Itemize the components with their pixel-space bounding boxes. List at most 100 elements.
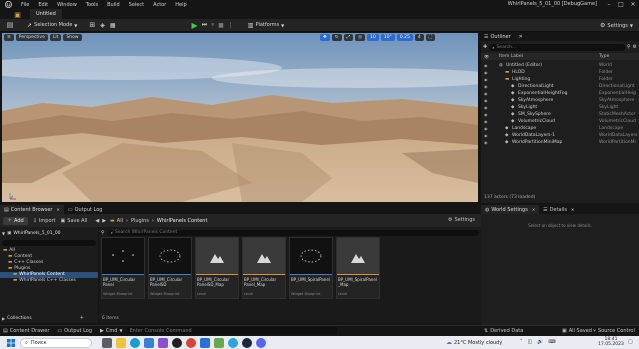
outliner-tab[interactable]: ☰ Outliner — [484, 34, 511, 40]
item-label-column[interactable]: Item Label — [499, 54, 523, 59]
all-saved-button[interactable]: ▣ All Saved — [562, 328, 592, 334]
notifications-icon[interactable]: ▢ — [628, 339, 633, 345]
visibility-toggle-icon[interactable]: ◉ — [484, 76, 488, 83]
cmd-button[interactable]: ▶ Cmd ▼ — [100, 328, 122, 334]
photos-icon[interactable] — [214, 337, 224, 348]
back-icon[interactable]: ◀ — [95, 218, 99, 224]
outliner-row[interactable]: ◉ ◆ VolumetricCloud VolumetricCloud — [481, 118, 639, 125]
cinematics-icon[interactable]: ▦ — [110, 22, 116, 29]
outliner-row[interactable]: ◉ ▬ Lighting Folder — [481, 76, 639, 83]
outliner-row[interactable]: ◉ ◆ ExponentialHeightFog ExponentialHeig — [481, 90, 639, 97]
asset-tile[interactable]: BP_UMI_Circular PanelSD Widget Blueprint — [148, 237, 192, 299]
gear-icon[interactable]: ⚙ — [633, 44, 637, 50]
close-tab-icon[interactable]: ✕ — [571, 207, 574, 212]
settings-button[interactable]: ⚙ Settings ▼ — [600, 22, 633, 29]
output-log-tab[interactable]: ▭ Output Log — [64, 205, 107, 214]
menu-item-window[interactable]: Window — [57, 2, 77, 8]
grid-snap-button[interactable]: 10 — [367, 34, 379, 41]
play-icon[interactable]: ▶ — [192, 21, 198, 30]
visibility-toggle-icon[interactable]: ◉ — [484, 125, 488, 132]
steam-icon[interactable] — [242, 337, 252, 348]
add-collection-icon[interactable]: + — [80, 315, 84, 321]
asset-tile[interactable]: BP_UMI_SpiralPanel Widget Blueprint — [289, 237, 333, 299]
taskbar-search-box[interactable]: ⌕ Поиск — [20, 337, 92, 348]
close-tab-icon[interactable]: ✕ — [532, 207, 535, 212]
close-tab-icon[interactable]: ✕ — [56, 207, 59, 212]
file-explorer-icon[interactable] — [116, 337, 126, 348]
output-log-button[interactable]: ▭ Output Log — [57, 328, 92, 334]
viewport-menu-icon[interactable]: ≡ — [4, 34, 14, 41]
blueprint-icon[interactable]: ◈ — [100, 22, 105, 29]
rotate-icon[interactable]: ↻ — [331, 34, 342, 41]
translate-icon[interactable]: ✥ — [320, 34, 330, 41]
save-all-button[interactable]: ▣ Save All — [61, 218, 88, 224]
console-input[interactable]: Enter Console Command — [126, 327, 337, 334]
asset-tile[interactable]: BP_UMI_SpiralPanel _Map Level — [336, 237, 380, 299]
visibility-toggle-icon[interactable]: ◉ — [484, 83, 488, 90]
outliner-row[interactable]: ◉ ◆ SkyAtmosphere SkyAtmosphere — [481, 97, 639, 104]
scale-icon[interactable]: ⤢ — [343, 34, 354, 41]
weather-widget[interactable]: ☁ 21°C Mostly cloudy — [446, 339, 502, 346]
collections-header[interactable]: ▶ Collections + — [2, 315, 84, 321]
details-tab[interactable]: ☰ Details ✕ — [539, 205, 578, 214]
close-tab-icon[interactable]: ✕ — [519, 34, 523, 40]
level-tab[interactable]: Untitled — [30, 9, 62, 19]
outliner-row[interactable]: ◉ ▬ HLOD Folder — [481, 69, 639, 76]
language-icon[interactable]: ⌨ — [548, 339, 555, 345]
sources-search-input[interactable] — [2, 239, 96, 246]
world-local-icon[interactable]: ◎ — [355, 34, 366, 41]
taskbar-clock[interactable]: 18:41 17.05.2023 — [598, 337, 624, 347]
task-view-icon[interactable] — [102, 337, 112, 348]
chevron-up-icon[interactable]: ˄ — [520, 339, 523, 345]
camera-speed-button[interactable]: 4 — [414, 34, 424, 41]
outliner-row[interactable]: ◉ ◆ SkyLight SkyLight — [481, 104, 639, 111]
filter-icon[interactable]: ⚲ — [627, 44, 631, 50]
breadcrumb-plugins[interactable]: Plugins — [131, 218, 149, 224]
derived-data-button[interactable]: ⇅ Derived Data — [484, 328, 523, 334]
maximize-viewport-icon[interactable]: ⛶ — [425, 34, 435, 41]
sources-header[interactable]: ▼ ▣ WhirlPanels_5_01_00 — [2, 230, 96, 236]
visibility-toggle-icon[interactable]: ◉ — [484, 139, 488, 146]
level-viewport[interactable]: ≡ Perspective Lit Show ✥ ↻ ⤢ ◎ 10 10° 0.… — [2, 33, 478, 202]
outliner-row[interactable]: ◉ ◆ Landscape Landscape — [481, 125, 639, 132]
minimize-icon[interactable]: – — [603, 0, 615, 9]
import-button[interactable]: ⇩ Import — [33, 218, 56, 224]
visual-studio-icon[interactable] — [158, 337, 168, 348]
lit-button[interactable]: Lit — [49, 34, 62, 41]
menu-item-tools[interactable]: Tools — [86, 2, 98, 8]
unreal-logo-icon[interactable] — [3, 0, 13, 9]
visibility-toggle-icon[interactable]: ◉ — [484, 111, 488, 118]
menu-item-build[interactable]: Build — [107, 2, 120, 8]
menu-item-help[interactable]: Help — [175, 2, 186, 8]
edge-icon[interactable] — [130, 337, 140, 348]
scale-snap-button[interactable]: 0.25 — [396, 34, 413, 41]
visibility-toggle-icon[interactable]: ◉ — [484, 62, 488, 69]
volume-icon[interactable]: 🔊 — [537, 339, 543, 345]
world-settings-tab[interactable]: ◍ World Settings ✕ — [481, 205, 540, 214]
save-icon[interactable]: ▤ — [5, 20, 15, 30]
telegram-icon[interactable] — [228, 337, 238, 348]
rotation-snap-button[interactable]: 10° — [380, 34, 395, 41]
asset-search-input[interactable]: ⌕ Search WhirlPanels Content — [107, 229, 479, 236]
forward-icon[interactable]: ▶ — [102, 218, 106, 224]
visibility-toggle-icon[interactable]: ◉ — [484, 104, 488, 111]
maximize-icon[interactable]: □ — [615, 0, 627, 9]
close-icon[interactable]: ✕ — [627, 0, 639, 9]
menu-item-select[interactable]: Select — [129, 2, 144, 8]
visibility-toggle-icon[interactable]: ◉ — [484, 90, 488, 97]
menu-item-edit[interactable]: Edit — [38, 2, 48, 8]
visibility-toggle-icon[interactable]: ◉ — [484, 118, 488, 125]
breadcrumb-all[interactable]: All — [117, 218, 123, 224]
add-actor-icon[interactable]: ⊞ — [89, 21, 95, 29]
step-icon[interactable]: ⏭ — [202, 21, 207, 29]
type-column[interactable]: Type — [599, 54, 609, 59]
menu-item-actor[interactable]: Actor — [153, 2, 166, 8]
more-options-icon[interactable]: ⋮ — [228, 22, 234, 29]
visibility-toggle-icon[interactable]: ◉ — [484, 69, 488, 76]
mail-icon[interactable] — [200, 337, 210, 348]
chrome-icon[interactable] — [186, 337, 196, 348]
asset-tile[interactable]: BP_UMI_Circular Panel Widget Blueprint — [101, 237, 145, 299]
network-icon[interactable]: ◫ — [528, 339, 533, 345]
outliner-row[interactable]: ◉ ◆ WorldDataLayers-1 WorldDataLayers — [481, 132, 639, 139]
outliner-search-input[interactable]: ⌕ Search... — [489, 43, 625, 51]
